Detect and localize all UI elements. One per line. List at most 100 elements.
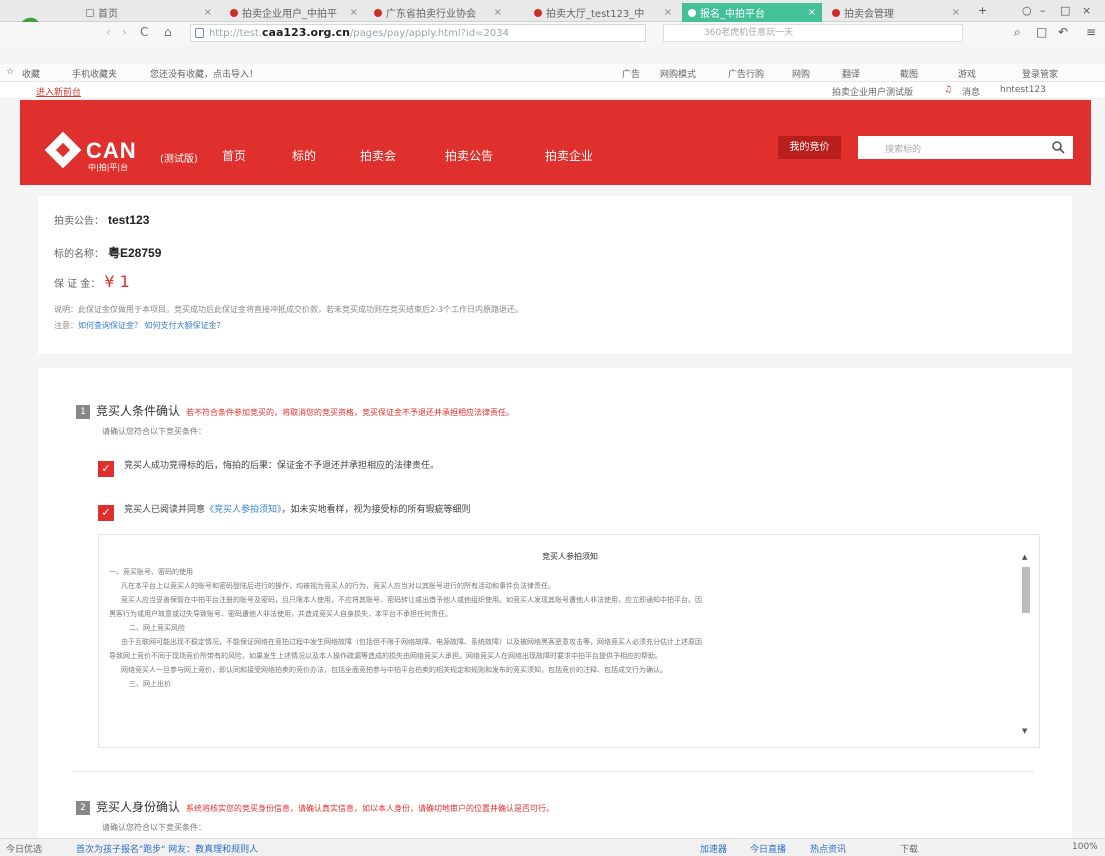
back-icon[interactable]: ‹	[106, 25, 111, 39]
terms-scrollbar[interactable]: ▲ ▼	[1021, 553, 1031, 737]
site-favicon-icon	[688, 8, 696, 17]
agreement-checkbox-row[interactable]: ✓ 竞买人已阅读并同意《竞买人参拍须知》，如未实地看样，视为接受标的所有瑕疵等细则	[98, 502, 471, 521]
my-bids-button[interactable]: 我的竞价	[778, 136, 841, 159]
browser-tab[interactable]: 首页 ×	[80, 3, 218, 22]
deposit-help: 注意：如何查询保证金？ 如何支付大额保证金？	[54, 321, 225, 330]
search-icon[interactable]: ⌕	[1014, 25, 1021, 40]
deposit-row: 保 证 金： ¥ 1	[54, 272, 130, 291]
site-favicon-icon	[374, 8, 382, 17]
checkbox-checked-icon[interactable]: ✓	[98, 461, 114, 477]
bookmark-item[interactable]: 截图	[900, 67, 918, 80]
live-link[interactable]: 今日直播	[750, 842, 786, 855]
download-link[interactable]: 下载	[900, 842, 918, 855]
maximize-icon[interactable]: □	[1060, 4, 1070, 17]
condition-checkbox-row[interactable]: ✓ 竞买人成功竞得标的后，悔拍的后果：保证金不予退还并承担相应的法律责任。	[98, 458, 439, 477]
frontend-link[interactable]: 进入新前台	[36, 85, 81, 98]
browser-tabbar: 首页 × 拍卖企业用户_中拍平 × 广东省拍卖行业协会 × 拍卖大厅_test1…	[0, 0, 1105, 22]
close-icon[interactable]: ×	[204, 7, 212, 18]
step-number-badge: 2	[76, 801, 90, 815]
section-divider	[72, 771, 1034, 772]
address-bar: ‹ › C ⌂ http://test.caa123.org.cn/pages/…	[0, 22, 1105, 44]
search-icon[interactable]	[1051, 140, 1065, 154]
new-tab-icon[interactable]: +	[978, 4, 987, 17]
daily-picks-link[interactable]: 今日优选	[6, 842, 42, 855]
bookmark-item[interactable]: 网购	[792, 67, 810, 80]
reload-icon[interactable]: C	[140, 25, 148, 39]
step2-heading: 2 竞买人身份确认 系统将核实您的竞买身份信息，请确认真实信息，如以本人身份，请确切…	[76, 798, 554, 815]
bookmark-item[interactable]: 您还没有收藏，点击导入！	[150, 67, 258, 80]
bell-icon[interactable]: ♫	[944, 85, 952, 95]
close-icon[interactable]: ×	[494, 7, 502, 18]
step1-subtitle: 请确认您符合以下竞买条件：	[102, 427, 206, 436]
deposit-value: ¥ 1	[104, 272, 130, 291]
bookmark-item[interactable]: 广告	[622, 67, 640, 80]
search-engine-input[interactable]: 360老虎机任意玩一天	[663, 24, 963, 42]
menu-icon[interactable]: ≡	[1086, 25, 1096, 39]
bookmark-item[interactable]: 收藏	[22, 67, 40, 80]
zoom-level[interactable]: 100%	[1072, 842, 1098, 852]
restore-icon[interactable]: ○	[1022, 4, 1032, 17]
close-icon[interactable]: ×	[952, 7, 960, 18]
hot-news-link[interactable]: 热点资讯	[810, 842, 846, 855]
terms-title: 竞买人参拍须知	[542, 552, 598, 561]
browser-tab[interactable]: 广东省拍卖行业协会 ×	[368, 3, 508, 22]
message-link[interactable]: 消息	[962, 85, 980, 98]
terms-scrollbox[interactable]: 竞买人参拍须知 一、竞买账号、密码的使用 凡在本平台上以竞买人的账号和密码登陆后…	[98, 534, 1040, 748]
url-field[interactable]: http://test.caa123.org.cn/pages/pay/appl…	[190, 24, 646, 42]
close-window-icon[interactable]: ×	[1082, 4, 1091, 17]
nav-lots[interactable]: 标的	[292, 147, 316, 164]
deposit-help-links[interactable]: 如何查询保证金？ 如何支付大额保证金？	[78, 321, 225, 330]
scroll-thumb[interactable]	[1022, 567, 1030, 613]
checkbox-checked-icon[interactable]: ✓	[98, 505, 114, 521]
bookmark-item[interactable]: 手机收藏夹	[72, 67, 117, 80]
news-ticker[interactable]: 首次为孩子报名"跑步" 网友：教真理和规则人	[76, 842, 258, 855]
nav-announcements[interactable]: 拍卖公告	[445, 147, 493, 164]
application-form-card: 1 竞买人条件确认 若不符合条件参加竞买的，将取消您的竞买资格，竞买保证金不予退还并…	[38, 368, 1072, 838]
page-icon	[195, 28, 204, 38]
deposit-explanation: 说明：此保证金仅做用于本项目。竞买成功后此保证金将直接冲抵成交价款，若未竞买成功…	[54, 305, 524, 314]
bidder-notice-link[interactable]: 《竞买人参拍须知》	[205, 505, 282, 515]
bookmark-item[interactable]: 广告行购	[728, 67, 764, 80]
undo-icon[interactable]: ↶	[1058, 25, 1068, 39]
bookmark-item[interactable]: 登录管家	[1022, 67, 1058, 80]
browser-tab[interactable]: 拍卖会管理 ×	[826, 3, 966, 22]
site-logo[interactable]: CAN	[86, 138, 137, 164]
browser-statusbar: 今日优选 首次为孩子报名"跑步" 网友：教真理和规则人 加速器 今日直播 热点资…	[0, 838, 1105, 856]
browser-tab[interactable]: 拍卖大厅_test123_中 ×	[528, 3, 678, 22]
home-icon[interactable]: ⌂	[164, 25, 172, 39]
close-icon[interactable]: ×	[808, 7, 816, 18]
accelerator-link[interactable]: 加速器	[700, 842, 727, 855]
forward-icon[interactable]: ›	[122, 25, 127, 39]
nav-companies[interactable]: 拍卖企业	[545, 147, 593, 164]
user-menu[interactable]: hntest123	[1000, 85, 1046, 95]
bookmarks-bar: ☆ 收藏 手机收藏夹 您还没有收藏，点击导入！ 广告 网购模式 广告行购 网购 …	[0, 64, 1105, 82]
nav-home[interactable]: 首页	[222, 147, 246, 164]
bookmark-item[interactable]: 游戏	[958, 67, 976, 80]
nav-auctions[interactable]: 拍卖会	[360, 147, 396, 164]
site-header: CAN 中|拍|平|台 (测试版) 首页 标的 拍卖会 拍卖公告 拍卖企业 我的…	[20, 100, 1091, 185]
announcement-value: test123	[108, 213, 150, 227]
bookmark-item[interactable]: 翻译	[842, 67, 860, 80]
close-icon[interactable]: ×	[350, 7, 358, 18]
step-number-badge: 1	[76, 405, 90, 419]
scroll-up-icon[interactable]: ▲	[1022, 553, 1027, 561]
lot-name-value: 粤E28759	[108, 246, 162, 260]
close-icon[interactable]: ×	[664, 7, 672, 18]
site-favicon-icon	[534, 8, 542, 17]
announcement-row: 拍卖公告： test123	[54, 213, 150, 227]
lot-info-card: 拍卖公告： test123 标的名称： 粤E28759 保 证 金： ¥ 1 说明：此…	[38, 196, 1072, 354]
site-favicon-icon	[230, 8, 238, 17]
page-icon	[86, 8, 94, 17]
bookmark-item[interactable]: 网购模式	[660, 67, 696, 80]
header-search-input[interactable]: 搜索标的	[858, 136, 1073, 159]
step2-subtitle: 请确认您符合以下竞买条件：	[102, 823, 206, 832]
org-link[interactable]: 拍卖企业用户测试版	[832, 85, 913, 98]
minimize-icon[interactable]: –	[1040, 4, 1046, 17]
tabs-icon[interactable]: □	[1036, 25, 1047, 39]
bookmark-star-icon[interactable]: ☆	[6, 67, 14, 77]
browser-tab-active[interactable]: 报名_中拍平台 ×	[682, 3, 822, 22]
step1-heading: 1 竞买人条件确认 若不符合条件参加竞买的，将取消您的竞买资格，竞买保证金不予退还并…	[76, 402, 514, 419]
scroll-down-icon[interactable]: ▼	[1022, 727, 1027, 735]
logo-icon	[44, 131, 82, 169]
browser-tab[interactable]: 拍卖企业用户_中拍平 ×	[224, 3, 364, 22]
